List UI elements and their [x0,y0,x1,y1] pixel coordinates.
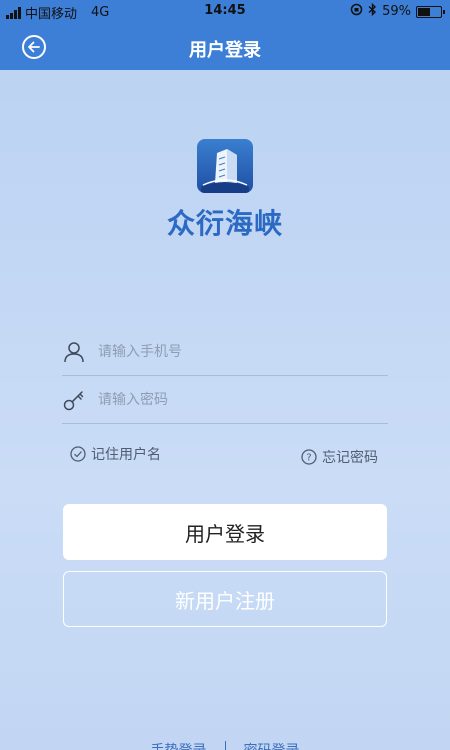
question-circle-icon: ? [301,449,317,465]
phone-field-row [62,328,388,376]
battery-icon [416,5,445,18]
app-logo-icon [197,139,253,193]
remember-label: 记住用户名 [91,447,161,463]
register-button[interactable]: 新用户注册 [63,571,387,627]
login-button[interactable]: 用户登录 [63,504,387,560]
password-login-link[interactable]: 密码登录 [244,740,300,750]
page-title: 用户登录 [189,40,261,61]
forgot-label: 忘记密码 [322,450,378,466]
password-input[interactable] [98,388,378,412]
bottom-links: 手势登录 密码登录 [0,740,450,750]
gesture-login-link[interactable]: 手势登录 [151,740,207,750]
password-field-row [62,376,388,424]
status-bar-right: 59% [350,2,445,20]
bluetooth-icon [368,2,377,20]
remember-username-toggle[interactable]: 记住用户名 [70,444,161,464]
bottom-divider [224,741,226,750]
battery-percent: 59% [382,4,411,19]
status-bar: 中国移动 4G 14:45 59% [0,0,450,24]
check-circle-icon [70,446,86,462]
key-icon [62,388,86,412]
svg-text:?: ? [306,453,311,464]
brand-name: 众衍海峡 [166,207,283,240]
user-icon [62,340,86,364]
forgot-password-link[interactable]: ? 忘记密码 [301,447,378,467]
phone-input[interactable] [98,340,378,364]
rotation-lock-icon [350,3,363,20]
nav-bar: 用户登录 [0,24,450,70]
